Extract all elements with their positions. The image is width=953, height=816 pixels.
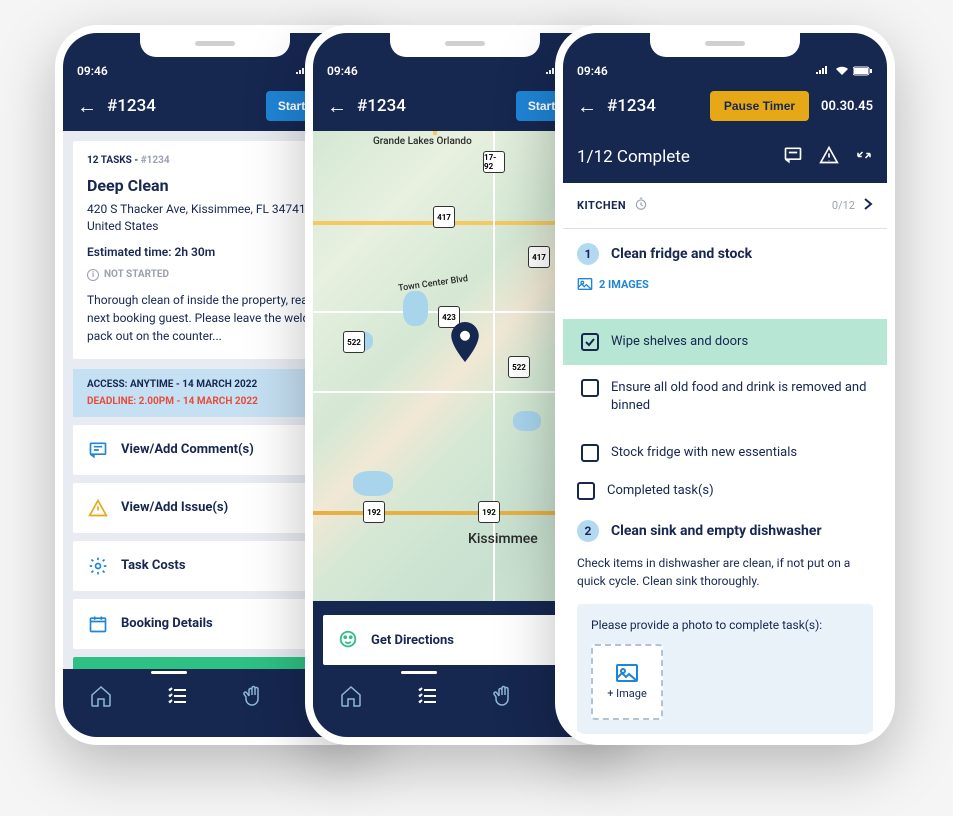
phone-notch [390,33,540,57]
calendar-icon [87,613,109,635]
road [433,131,437,135]
task-1: 1 Clean fridge and stock 2 IMAGES [563,229,887,319]
task-number-badge: 1 [577,243,599,265]
home-icon[interactable] [338,683,364,709]
task-title: Clean sink and empty dishwasher [611,523,822,539]
progress-header: 1/12 Complete [563,131,887,183]
hand-icon[interactable] [490,683,516,709]
checklist-item[interactable]: Ensure all old food and drink is removed… [563,365,887,429]
comment-icon [87,439,109,461]
task-description: Check items in dishwasher are clean, if … [577,554,873,590]
phone-task-list: 09:46 ← #1234 Pause Timer 00.30.45 1/12 … [555,25,895,745]
map-label: Kissimmee [468,531,538,547]
map-label: Grande Lakes Orlando [373,136,472,147]
chevron-right-icon [863,197,873,214]
list-icon[interactable] [164,683,190,709]
add-image-button[interactable]: + Image [591,644,663,720]
map-pin-icon[interactable] [450,322,480,366]
phone-notch [650,33,800,57]
photo-requirement: Please provide a photo to complete task(… [577,604,873,734]
pause-timer-button[interactable]: Pause Timer [710,91,809,121]
timer-small-icon [634,197,648,214]
route-shield: 417 [433,206,455,228]
complete-count: 1/12 Complete [577,147,690,167]
warning-icon[interactable] [819,145,839,169]
nav-row: ← #1234 Pause Timer 00.30.45 [577,91,873,121]
water [403,291,428,326]
route-shield: 522 [508,356,530,378]
collapse-icon[interactable] [855,146,873,168]
job-id: #1234 [607,96,656,116]
checkbox-checked-icon[interactable] [581,333,599,351]
nav-indicator [401,671,437,674]
status-bar: 09:46 [577,63,873,79]
status-time: 09:46 [327,64,358,78]
section-header[interactable]: KITCHEN 0/12 [563,183,887,229]
checklist-item[interactable]: Stock fridge with new essentials [563,430,887,476]
route-shield: 417 [528,246,550,268]
comment-icon[interactable] [783,145,803,169]
section-count: 0/12 [832,199,855,212]
back-arrow-icon[interactable]: ← [577,94,597,119]
status-icons [815,66,873,76]
list-icon[interactable] [414,683,440,709]
back-arrow-icon[interactable]: ← [77,94,97,119]
job-id: #1234 [107,96,156,116]
route-shield: 192 [363,501,385,523]
job-id: #1234 [357,96,406,116]
hand-icon[interactable] [240,683,266,709]
waze-icon [337,629,359,651]
back-arrow-icon[interactable]: ← [327,94,347,119]
status-time: 09:46 [77,64,108,78]
checkbox-icon[interactable] [581,444,599,462]
checkbox-icon[interactable] [581,379,599,397]
phone-notch [140,33,290,57]
completed-tasks-row[interactable]: Completed task(s) [563,476,887,506]
info-icon: i [87,269,99,281]
checkbox-icon[interactable] [577,482,595,500]
route-shield: 192 [478,501,500,523]
map-label: Town Center Blvd [398,274,469,294]
checklist-item[interactable]: Wipe shelves and doors [563,319,887,365]
task-title: Clean fridge and stock [611,246,752,262]
route-shield: 522 [343,331,365,353]
water [353,471,393,496]
task-number-badge: 2 [577,520,599,542]
home-icon[interactable] [88,683,114,709]
timer-display: 00.30.45 [821,99,873,114]
photo-req-text: Please provide a photo to complete task(… [591,618,859,632]
water [513,411,541,431]
route-shield: 17-92 [483,151,505,173]
task-2: 2 Clean sink and empty dishwasher Check … [563,506,887,745]
gear-icon [87,555,109,577]
nav-indicator [151,671,187,674]
images-link[interactable]: 2 IMAGES [577,277,873,291]
status-time: 09:46 [577,64,608,78]
section-name: KITCHEN [577,199,626,212]
warning-icon [87,497,109,519]
